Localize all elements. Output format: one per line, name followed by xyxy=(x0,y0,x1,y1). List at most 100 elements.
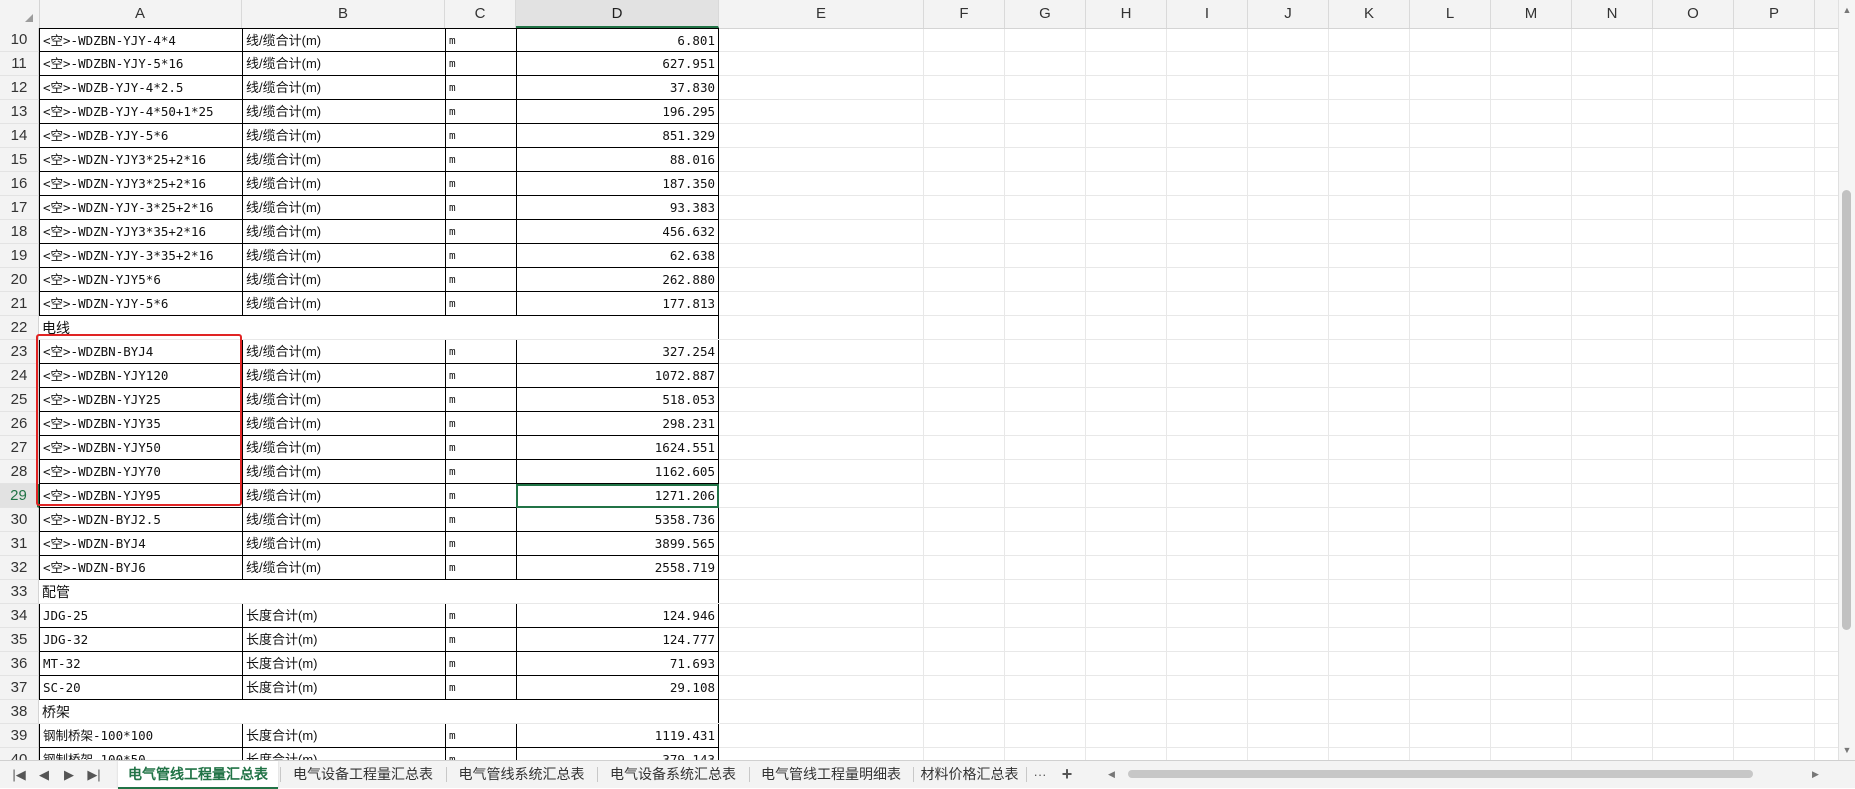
column-header-B[interactable]: B xyxy=(242,0,445,28)
row-header-32[interactable]: 32 xyxy=(0,556,39,580)
column-header-G[interactable]: G xyxy=(1005,0,1086,28)
cell-measure[interactable]: 线/缆合计(m) xyxy=(242,412,446,436)
prev-sheet-icon[interactable]: ◀ xyxy=(33,761,55,788)
cell-quantity[interactable]: 124.946 xyxy=(516,604,719,628)
cell-quantity[interactable]: 1624.551 xyxy=(516,436,719,460)
cell-measure[interactable]: 长度合计(m) xyxy=(242,724,446,748)
cell-item-name[interactable]: <空>-WDZBN-YJY95 xyxy=(39,484,243,508)
row-header-10[interactable]: 10 xyxy=(0,28,39,52)
cell-quantity[interactable]: 518.053 xyxy=(516,388,719,412)
column-header-P[interactable]: P xyxy=(1734,0,1815,28)
cell-quantity[interactable]: 187.350 xyxy=(516,172,719,196)
sheet-tab[interactable]: 材料价格汇总表 xyxy=(915,761,1024,787)
cell-unit[interactable]: m xyxy=(445,292,517,316)
cell-item-name[interactable]: JDG-32 xyxy=(39,628,243,652)
row-header-36[interactable]: 36 xyxy=(0,652,39,676)
row-header-33[interactable]: 33 xyxy=(0,580,39,604)
vertical-scroll-thumb[interactable] xyxy=(1842,190,1851,630)
cell-measure[interactable]: 长度合计(m) xyxy=(242,628,446,652)
cell-unit[interactable]: m xyxy=(445,628,517,652)
cell-quantity[interactable]: 1162.605 xyxy=(516,460,719,484)
scroll-down-arrow-icon[interactable]: ▼ xyxy=(1839,742,1855,758)
next-sheet-icon[interactable]: ▶ xyxy=(58,761,80,788)
cell-measure[interactable]: 线/缆合计(m) xyxy=(242,532,446,556)
row-header-19[interactable]: 19 xyxy=(0,244,39,268)
cell-item-name[interactable]: <空>-WDZBN-YJY-4*4 xyxy=(39,28,243,52)
cell-quantity[interactable]: 327.254 xyxy=(516,340,719,364)
cell-measure[interactable]: 线/缆合计(m) xyxy=(242,148,446,172)
cell-item-name[interactable]: <空>-WDZBN-YJY120 xyxy=(39,364,243,388)
select-all-corner[interactable] xyxy=(0,0,40,28)
cell-measure[interactable]: 线/缆合计(m) xyxy=(242,244,446,268)
cell-measure[interactable]: 长度合计(m) xyxy=(242,652,446,676)
cell-measure[interactable]: 长度合计(m) xyxy=(242,604,446,628)
row-header-37[interactable]: 37 xyxy=(0,676,39,700)
cell-quantity[interactable]: 177.813 xyxy=(516,292,719,316)
cell-unit[interactable]: m xyxy=(445,652,517,676)
cell-quantity[interactable]: 6.801 xyxy=(516,28,719,52)
cell-quantity[interactable]: 71.693 xyxy=(516,652,719,676)
cell-item-name[interactable]: 钢制桥架-100*50 xyxy=(39,748,243,760)
cell-item-name[interactable]: <空>-WDZN-YJY-3*35+2*16 xyxy=(39,244,243,268)
cell-unit[interactable]: m xyxy=(445,604,517,628)
cell-quantity[interactable]: 851.329 xyxy=(516,124,719,148)
section-heading-cell[interactable]: 配管 xyxy=(39,580,719,603)
column-header-A[interactable]: A xyxy=(39,0,242,28)
cell-item-name[interactable]: <空>-WDZB-YJY-5*6 xyxy=(39,124,243,148)
selected-cell[interactable]: 1271.206 xyxy=(516,484,719,508)
scroll-left-arrow-icon[interactable]: ◀ xyxy=(1108,761,1115,788)
sheet-tab[interactable]: 电气管线系统汇总表 xyxy=(448,761,595,787)
cell-unit[interactable]: m xyxy=(445,244,517,268)
cell-unit[interactable]: m xyxy=(445,76,517,100)
row-header-40[interactable]: 40 xyxy=(0,748,39,760)
cell-unit[interactable]: m xyxy=(445,484,517,508)
cell-quantity[interactable]: 29.108 xyxy=(516,676,719,700)
cell-unit[interactable]: m xyxy=(445,196,517,220)
cell-quantity[interactable]: 1119.431 xyxy=(516,724,719,748)
cell-item-name[interactable]: MT-32 xyxy=(39,652,243,676)
horizontal-scrollbar[interactable] xyxy=(1128,769,1828,779)
sheet-tab[interactable]: 电气管线工程量明细表 xyxy=(751,761,911,787)
cell-unit[interactable]: m xyxy=(445,172,517,196)
cell-unit[interactable]: m xyxy=(445,268,517,292)
row-header-39[interactable]: 39 xyxy=(0,724,39,748)
cell-item-name[interactable]: <空>-WDZN-YJY5*6 xyxy=(39,268,243,292)
cell-unit[interactable]: m xyxy=(445,436,517,460)
cell-unit[interactable]: m xyxy=(445,556,517,580)
section-heading-cell[interactable]: 桥架 xyxy=(39,700,719,723)
cell-unit[interactable]: m xyxy=(445,220,517,244)
cell-item-name[interactable]: <空>-WDZN-YJY-5*6 xyxy=(39,292,243,316)
cell-measure[interactable]: 线/缆合计(m) xyxy=(242,292,446,316)
cell-unit[interactable]: m xyxy=(445,28,517,52)
last-sheet-icon[interactable]: ▶| xyxy=(83,761,105,788)
cell-item-name[interactable]: <空>-WDZBN-YJY50 xyxy=(39,436,243,460)
column-header-C[interactable]: C xyxy=(445,0,516,28)
horizontal-scroll-thumb[interactable] xyxy=(1128,770,1753,778)
cell-item-name[interactable]: <空>-WDZBN-BYJ4 xyxy=(39,340,243,364)
cell-item-name[interactable]: <空>-WDZBN-YJY35 xyxy=(39,412,243,436)
cell-item-name[interactable]: <空>-WDZN-YJY3*25+2*16 xyxy=(39,172,243,196)
cell-item-name[interactable]: <空>-WDZN-YJY-3*25+2*16 xyxy=(39,196,243,220)
cell-unit[interactable]: m xyxy=(445,52,517,76)
cell-quantity[interactable]: 456.632 xyxy=(516,220,719,244)
cell-quantity[interactable]: 3899.565 xyxy=(516,532,719,556)
row-header-13[interactable]: 13 xyxy=(0,100,39,124)
row-header-30[interactable]: 30 xyxy=(0,508,39,532)
sheet-tab[interactable]: 电气管线工程量汇总表 xyxy=(118,761,278,789)
section-heading-cell[interactable]: 电线 xyxy=(39,316,719,339)
cell-measure[interactable]: 线/缆合计(m) xyxy=(242,28,446,52)
column-header-N[interactable]: N xyxy=(1572,0,1653,28)
row-header-12[interactable]: 12 xyxy=(0,76,39,100)
cell-unit[interactable]: m xyxy=(445,124,517,148)
cell-item-name[interactable]: JDG-25 xyxy=(39,604,243,628)
column-header-I[interactable]: I xyxy=(1167,0,1248,28)
cell-unit[interactable]: m xyxy=(445,724,517,748)
cell-quantity[interactable]: 37.830 xyxy=(516,76,719,100)
row-header-22[interactable]: 22 xyxy=(0,316,39,340)
cell-unit[interactable]: m xyxy=(445,340,517,364)
cell-item-name[interactable]: <空>-WDZB-YJY-4*50+1*25 xyxy=(39,100,243,124)
cell-unit[interactable]: m xyxy=(445,460,517,484)
row-header-26[interactable]: 26 xyxy=(0,412,39,436)
cell-unit[interactable]: m xyxy=(445,508,517,532)
cell-quantity[interactable]: 93.383 xyxy=(516,196,719,220)
